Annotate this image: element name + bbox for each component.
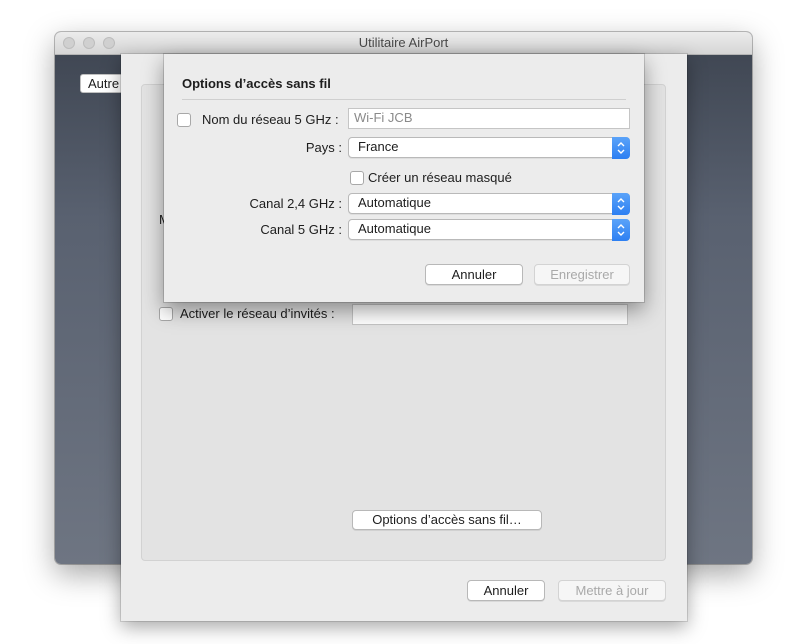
network5-checkbox[interactable] — [177, 113, 191, 127]
guest-network-field[interactable] — [352, 304, 628, 325]
sheet-title: Options d’accès sans fil — [182, 76, 331, 91]
country-value: France — [358, 139, 399, 154]
wireless-options-button[interactable]: Options d’accès sans fil… — [352, 510, 542, 530]
network5-name-field[interactable]: Wi-Fi JCB — [348, 108, 630, 129]
guest-network-label: Activer le réseau d’invités : — [180, 306, 335, 321]
update-button[interactable]: Mettre à jour — [558, 580, 666, 601]
guest-network-checkbox[interactable] — [159, 307, 173, 321]
options-cancel-button[interactable]: Annuler — [425, 264, 523, 285]
updown-arrows-icon — [612, 219, 630, 241]
channel24-value: Automatique — [358, 195, 431, 210]
network5-label: Nom du réseau 5 GHz : — [202, 112, 339, 127]
country-popup[interactable]: France — [348, 137, 630, 159]
channel24-label: Canal 2,4 GHz : — [249, 196, 343, 211]
updown-arrows-icon — [612, 193, 630, 215]
zoom-window-button[interactable] — [103, 37, 115, 49]
channel5-value: Automatique — [358, 221, 431, 236]
channel5-popup[interactable]: Automatique — [348, 219, 630, 241]
window-titlebar: Utilitaire AirPort — [55, 32, 752, 55]
cancel-button[interactable]: Annuler — [467, 580, 545, 601]
hidden-network-label: Créer un réseau masqué — [368, 170, 512, 185]
wireless-options-sheet: Options d’accès sans fil Nom du réseau 5… — [164, 54, 644, 302]
close-window-button[interactable] — [63, 37, 75, 49]
title-separator — [182, 99, 626, 100]
options-save-button[interactable]: Enregistrer — [534, 264, 630, 285]
country-label: Pays : — [305, 140, 342, 155]
window-title: Utilitaire AirPort — [358, 35, 449, 50]
updown-arrows-icon — [612, 137, 630, 159]
hidden-network-checkbox[interactable] — [350, 171, 364, 185]
channel5-label: Canal 5 GHz : — [260, 222, 342, 237]
channel24-popup[interactable]: Automatique — [348, 193, 630, 215]
minimize-window-button[interactable] — [83, 37, 95, 49]
